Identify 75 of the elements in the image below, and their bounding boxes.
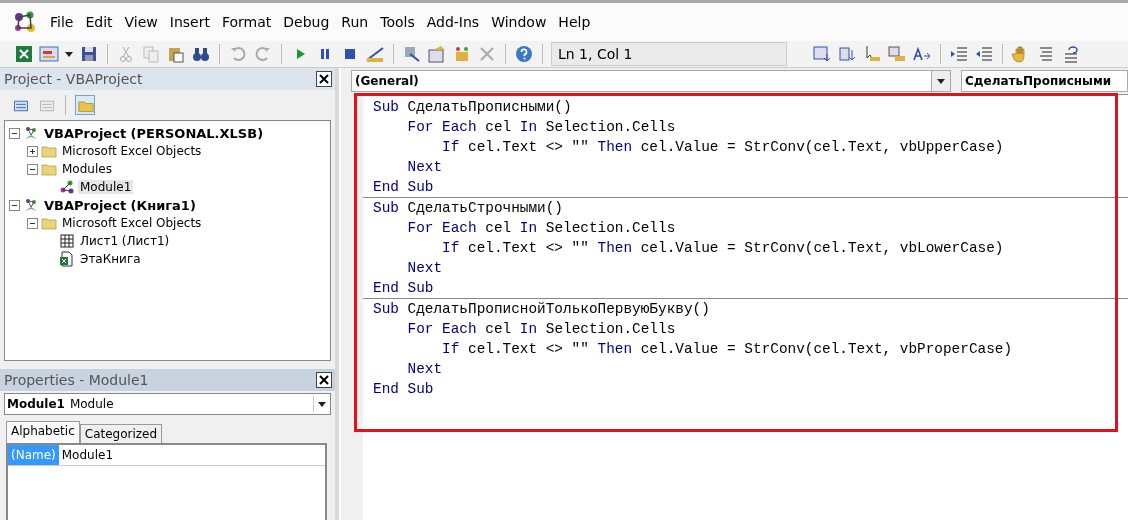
spreadsheet-icon[interactable] [14, 44, 34, 64]
menu-item[interactable]: Window [485, 10, 553, 34]
expand-toggle[interactable] [27, 145, 38, 157]
tab[interactable]: Alphabetic [6, 421, 80, 443]
info-icon[interactable] [887, 44, 907, 64]
code-line: Next [406, 158, 444, 177]
procedure-dropdown[interactable]: СделатьПрописными [961, 70, 1128, 92]
property-value[interactable]: Module1 [58, 448, 114, 462]
code-line: If cel.Text <> "" Then cel.Value = StrConv(cel.Text, vbUpperCase) [441, 138, 1005, 157]
code-line: End Sub [373, 279, 435, 298]
design-icon[interactable] [365, 44, 385, 64]
code-line: Next [406, 259, 444, 278]
tab[interactable]: Categorized [79, 424, 163, 443]
pane-title: Properties - Module1 [4, 372, 149, 388]
menu-item[interactable]: File [44, 10, 80, 34]
tree-item[interactable]: VBAProject (PERSONAL.XLSB) [42, 125, 266, 141]
code-line: End Sub [373, 380, 435, 399]
code-line: If cel.Text <> "" Then cel.Value = StrConv(cel.Text, vbProperCase) [441, 340, 1014, 359]
pane-title: Project - VBAProject [4, 71, 143, 87]
collapse-toggle[interactable] [9, 199, 20, 211]
menu-item[interactable]: View [118, 10, 164, 34]
code-line: Sub СделатьПрописными() [373, 98, 573, 117]
collapse-toggle[interactable] [27, 217, 38, 229]
save-icon[interactable] [79, 44, 99, 64]
menu-item[interactable]: Format [215, 10, 278, 34]
form-icon[interactable] [39, 44, 59, 64]
close-button[interactable] [316, 71, 332, 87]
code-line: End Sub [373, 178, 435, 197]
list-down-icon[interactable] [837, 44, 857, 64]
outdent-icon[interactable] [974, 44, 994, 64]
code-line: If cel.Text <> "" Then cel.Value = StrConv(cel.Text, vbLowerCase) [441, 239, 1005, 258]
toggle-folders-button[interactable] [75, 95, 95, 115]
menu-item[interactable]: Tools [374, 10, 421, 34]
code-line: Sub СделатьСтрочными() [373, 199, 564, 218]
tree-item[interactable]: Microsoft Excel Objects [60, 144, 204, 158]
code-line: For Each cel In Selection.Cells [406, 320, 677, 339]
collapse-toggle[interactable] [27, 163, 38, 175]
module-icon [59, 179, 75, 195]
tree-item[interactable]: Лист1 (Лист1) [78, 234, 172, 248]
list-icon[interactable] [812, 44, 832, 64]
workbook-icon [59, 251, 75, 267]
code-line: Next [406, 360, 444, 379]
menu-item[interactable]: Insert [163, 10, 216, 34]
menu-item[interactable]: Add-Ins [420, 10, 486, 34]
code-editor[interactable] [351, 94, 1128, 520]
explorer-icon[interactable] [402, 44, 422, 64]
indent-icon[interactable] [949, 44, 969, 64]
tree-item[interactable]: Module1 [78, 180, 134, 194]
tree-item[interactable]: Microsoft Excel Objects [60, 216, 204, 230]
folder-icon [41, 143, 57, 159]
project-icon [23, 125, 39, 141]
close-button[interactable] [316, 372, 332, 388]
menu-item[interactable]: Edit [79, 10, 119, 34]
help-icon[interactable] [514, 44, 534, 64]
tree-item[interactable]: ЭтаКнига [78, 252, 143, 266]
caret-icon [937, 78, 945, 84]
code-line: For Each cel In Selection.Cells [406, 118, 677, 137]
tree-item[interactable]: VBAProject (Книга1) [42, 197, 198, 213]
code-line: Sub СделатьПрописнойТолькоПервуюБукву() [373, 300, 711, 319]
tree-item[interactable]: Modules [60, 162, 114, 176]
object-dropdown[interactable]: Module1 Module [4, 393, 331, 415]
sheet-icon [59, 233, 75, 249]
properties-icon[interactable] [427, 44, 447, 64]
folder-icon [41, 161, 57, 177]
folder-icon [41, 215, 57, 231]
project-icon [23, 197, 39, 213]
collapse-toggle[interactable] [9, 127, 20, 139]
menu-item[interactable]: Help [552, 10, 597, 34]
object-dropdown[interactable]: (General) [351, 70, 951, 92]
menu-item[interactable]: Run [335, 10, 375, 34]
code-line: For Each cel In Selection.Cells [406, 219, 677, 238]
menu-item[interactable]: Debug [277, 10, 336, 34]
caret-icon [318, 401, 326, 407]
app-icon [12, 9, 38, 35]
cursor-position: Ln 1, Col 1 [551, 42, 787, 66]
